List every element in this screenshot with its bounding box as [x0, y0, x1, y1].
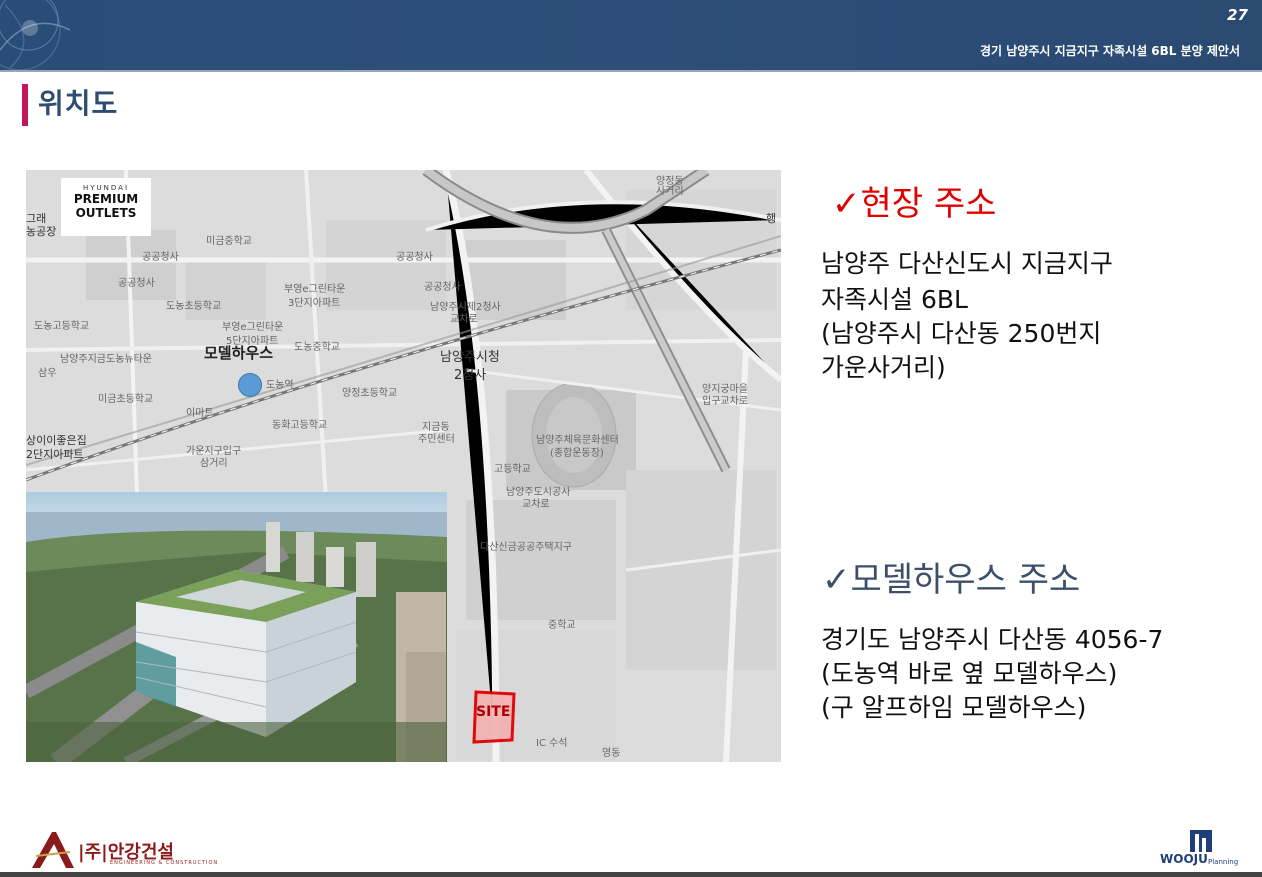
- map-label: 중학교: [548, 620, 576, 631]
- model-address-line: (도농역 바로 옆 모델하우스): [821, 659, 1118, 688]
- section-accent-bar: [22, 84, 28, 126]
- map-label: 미금중학교: [206, 236, 252, 247]
- premium-outlets-logo: HYUNDAI PREMIUM OUTLETS: [61, 178, 151, 236]
- map-label: 도농고등학교: [34, 321, 90, 332]
- map-label: 입구교차로: [702, 396, 748, 407]
- map-label: IC 수석: [536, 738, 568, 749]
- map-label: 3단지아파트: [288, 298, 341, 309]
- map-label: 2청사: [454, 368, 487, 383]
- map-label: 삼거리: [200, 458, 228, 469]
- map-label: 도농초등학교: [166, 301, 222, 312]
- site-marker: SITE: [472, 690, 516, 744]
- map-label: 공공청사: [142, 252, 179, 263]
- map-label: 다산신금공공주택지구: [480, 542, 572, 553]
- site-address-line: 남양주 다산신도시 지금지구: [821, 249, 1113, 278]
- site-label: SITE: [476, 704, 511, 720]
- outlets-line2: OUTLETS: [75, 206, 137, 220]
- angang-mark-icon: [32, 832, 74, 868]
- map-label: 농공장: [26, 225, 57, 238]
- site-address-heading: ✓현장 주소: [832, 184, 997, 224]
- header-decoration: [0, 0, 75, 70]
- map-label-model-house: 모델하우스: [204, 344, 274, 362]
- header-bar: 27 경기 남양주시 지금지구 자족시설 6BL 분양 제안서: [0, 0, 1262, 70]
- map-label: 영동: [602, 748, 621, 759]
- map-label: 남양주지금도농뉴타운: [60, 354, 152, 365]
- map-label: 부영e그린타운: [284, 284, 346, 295]
- map-label: (종합운동장): [550, 448, 604, 459]
- building-rendering-photo: [26, 492, 447, 762]
- site-address-line: 가운사거리): [821, 353, 946, 382]
- map-label: 교차로: [450, 314, 478, 325]
- map-label: 동화고등학교: [272, 420, 328, 431]
- document-title: 경기 남양주시 지금지구 자족시설 6BL 분양 제안서: [980, 44, 1240, 58]
- outlets-line1: PREMIUM: [73, 192, 139, 206]
- map-label: 공공청사: [424, 282, 461, 293]
- wooju-mark-icon: [1190, 830, 1212, 852]
- map-label: 공공청사: [396, 252, 433, 263]
- map-label: 부영e그린타운: [222, 322, 284, 333]
- map-label: 공공청사: [118, 278, 155, 289]
- map-label: 주민센터: [418, 434, 455, 445]
- map-label: 양정초등학교: [342, 388, 398, 399]
- header-divider: [0, 70, 1262, 72]
- map-label: 미금초등학교: [98, 394, 154, 405]
- map-label: 도농중학교: [294, 342, 340, 353]
- angang-logo-subtext: ENGINEERING & CONSTRUCTION: [110, 860, 219, 866]
- map-label: 교차로: [522, 499, 550, 510]
- site-address-line: 자족시설 6BL: [821, 285, 968, 314]
- map-label: 사거리: [656, 186, 684, 197]
- map-label: 삼우: [38, 368, 57, 379]
- footer-divider: [0, 872, 1262, 877]
- page-number: 27: [1227, 6, 1248, 24]
- location-map: HYUNDAI PREMIUM OUTLETS 미금중학교 부영e그린타운 3단…: [26, 170, 781, 762]
- company-logo-wooju: WOOJU Planning: [1160, 828, 1240, 872]
- map-label: 고등학교: [494, 464, 531, 475]
- model-address-line: (구 알프하임 모델하우스): [821, 693, 1087, 722]
- section-title: 위치도: [38, 87, 119, 120]
- wooju-logo-text: WOOJU: [1160, 852, 1208, 866]
- outlets-brand: HYUNDAI: [82, 184, 130, 192]
- model-address-line: 경기도 남양주시 다산동 4056-7: [821, 625, 1164, 654]
- site-address-line: (남양주시 다산동 250번지: [821, 319, 1102, 348]
- map-label: 남양주시청: [440, 350, 500, 365]
- map-label: 도농역: [266, 380, 294, 391]
- model-house-marker: [238, 373, 262, 397]
- wooju-logo-subtext: Planning: [1208, 858, 1239, 866]
- map-label: 이마트: [186, 408, 214, 419]
- model-address-heading: ✓모델하우스 주소: [822, 560, 1081, 600]
- map-label: 2단지아파트: [26, 448, 84, 461]
- map-label: 행: [766, 212, 777, 225]
